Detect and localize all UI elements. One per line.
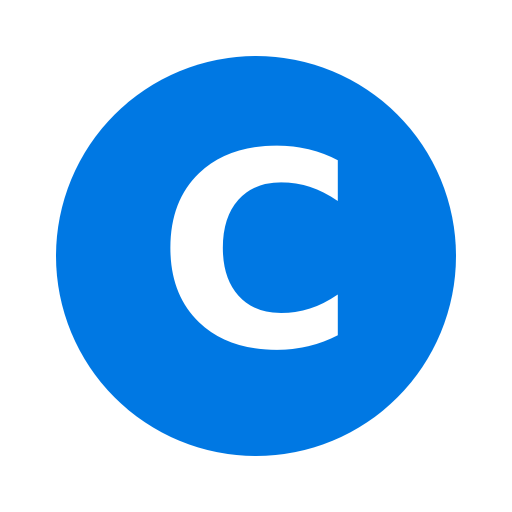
icon-letter: C xyxy=(156,95,356,410)
app-icon-canvas: C xyxy=(0,0,512,512)
letter-c-icon: C xyxy=(56,56,456,456)
